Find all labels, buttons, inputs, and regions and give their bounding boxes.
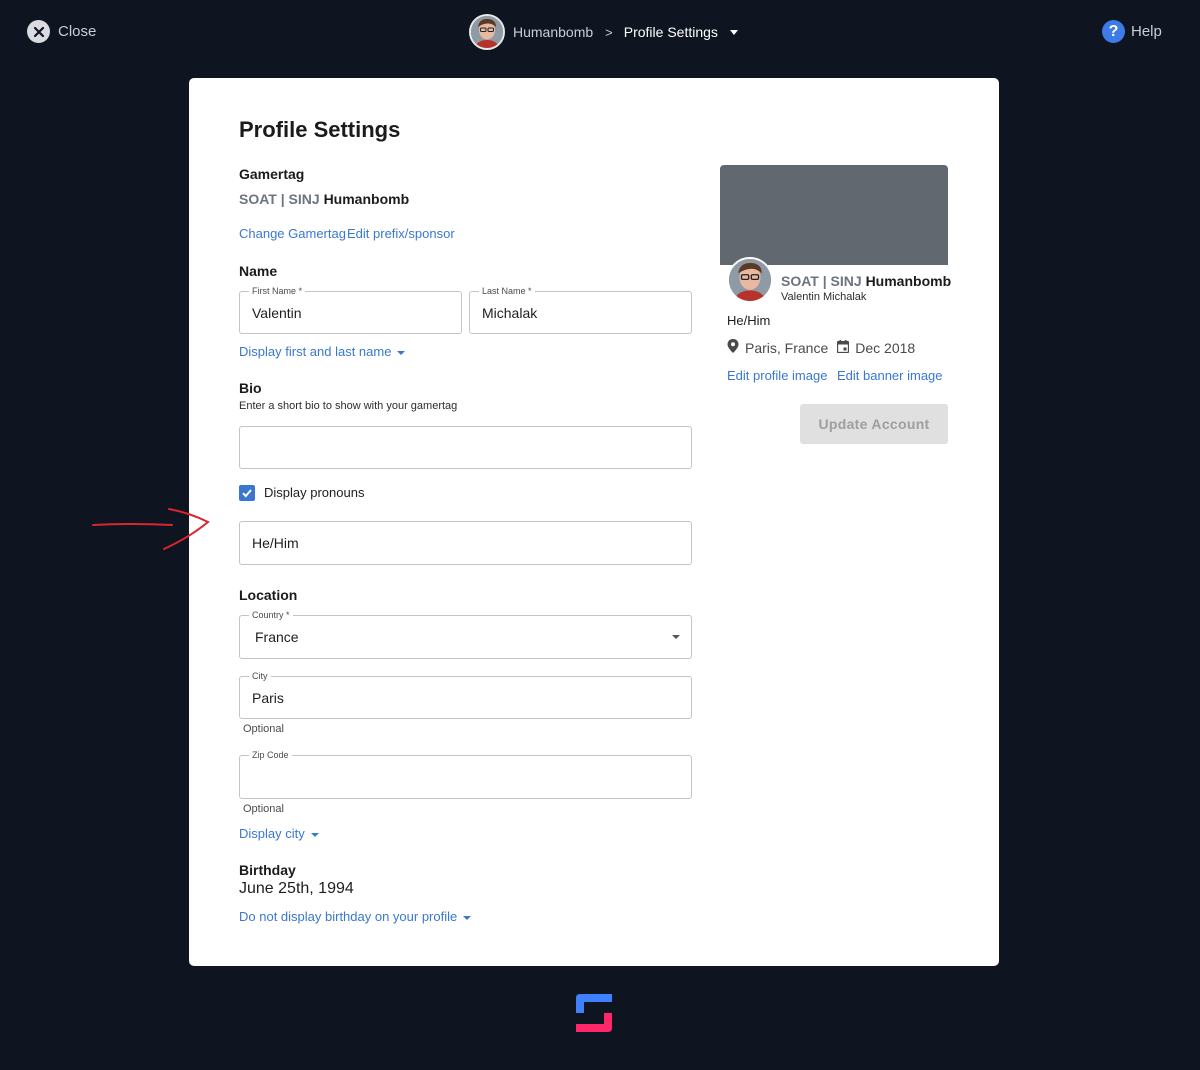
preview-joined-date: Dec 2018 xyxy=(855,339,916,356)
pronouns-value: He/Him xyxy=(252,535,299,551)
help-icon: ? xyxy=(1102,20,1125,43)
preview-meta: Paris, France Dec 2018 xyxy=(727,339,915,356)
first-name-value: Valentin xyxy=(252,304,302,321)
breadcrumb-separator: > xyxy=(605,24,613,40)
gamertag-prefix: SOAT | SINJ xyxy=(239,191,320,207)
close-label: Close xyxy=(58,23,97,40)
bio-heading: Bio xyxy=(239,380,262,396)
close-icon xyxy=(27,20,50,43)
first-name-label: First Name * xyxy=(249,285,306,297)
edit-banner-image-link[interactable]: Edit banner image xyxy=(837,368,943,383)
change-gamertag-link[interactable]: Change Gamertag xyxy=(239,226,346,241)
caret-down-icon xyxy=(463,915,472,920)
zip-code-helper: Optional xyxy=(243,803,284,815)
gamertag-value: SOAT | SINJ Humanbomb xyxy=(239,191,409,207)
city-value: Paris xyxy=(252,689,284,706)
edit-prefix-link[interactable]: Edit prefix/sponsor xyxy=(347,226,455,241)
top-bar: Close Humanbomb > Profile Settings ? Hel… xyxy=(0,0,1200,62)
gamertag-heading: Gamertag xyxy=(239,166,305,182)
last-name-field[interactable]: Last Name * Michalak xyxy=(469,285,692,334)
caret-down-icon xyxy=(310,832,319,837)
first-name-field[interactable]: First Name * Valentin xyxy=(239,285,462,334)
name-display-label: Display first and last name xyxy=(239,344,392,359)
bio-input[interactable] xyxy=(239,426,692,469)
display-pronouns-label[interactable]: Display pronouns xyxy=(264,485,364,500)
location-pin-icon xyxy=(727,339,739,356)
preview-pronouns: He/Him xyxy=(727,313,771,328)
zip-code-field[interactable]: Zip Code xyxy=(239,749,692,799)
name-heading: Name xyxy=(239,263,278,279)
display-pronouns-checkbox[interactable] xyxy=(239,485,255,501)
startgg-logo-icon xyxy=(576,994,612,1032)
page-title: Profile Settings xyxy=(239,117,401,142)
caret-down-icon xyxy=(397,350,406,355)
location-heading: Location xyxy=(239,587,298,603)
name-display-dropdown[interactable]: Display first and last name xyxy=(239,344,406,359)
calendar-icon xyxy=(837,339,850,356)
country-value: France xyxy=(255,629,299,645)
profile-settings-card: Profile Settings Gamertag SOAT | SINJ Hu… xyxy=(189,78,999,966)
preview-full-name: Valentin Michalak xyxy=(781,291,867,303)
close-button[interactable]: Close xyxy=(27,20,96,43)
birthday-display-label: Do not display birthday on your profile xyxy=(239,909,458,924)
gamertag-name: Humanbomb xyxy=(323,191,410,207)
birthday-heading: Birthday xyxy=(239,862,296,878)
annotation-arrow xyxy=(92,508,210,550)
breadcrumb-user[interactable]: Humanbomb xyxy=(513,24,593,40)
city-helper: Optional xyxy=(243,723,284,735)
birthday-value: June 25th, 1994 xyxy=(239,880,354,897)
profile-avatar xyxy=(727,257,773,303)
profile-banner xyxy=(720,165,948,265)
help-label: Help xyxy=(1131,23,1162,40)
chevron-down-icon[interactable] xyxy=(729,29,738,35)
preview-gamertag: SOAT | SINJ Humanbomb xyxy=(781,273,951,289)
city-field[interactable]: City Paris xyxy=(239,670,692,719)
country-select[interactable]: Country * France xyxy=(239,609,692,659)
country-label: Country * xyxy=(249,609,293,621)
city-label: City xyxy=(249,670,271,682)
breadcrumb-current-page[interactable]: Profile Settings xyxy=(624,24,718,40)
bio-hint: Enter a short bio to show with your game… xyxy=(239,400,458,412)
pronouns-input[interactable]: He/Him xyxy=(239,521,692,565)
last-name-value: Michalak xyxy=(482,304,538,321)
caret-down-icon xyxy=(672,635,680,639)
update-account-button[interactable]: Update Account xyxy=(800,404,948,444)
city-display-label: Display city xyxy=(239,826,305,841)
help-button[interactable]: ? Help xyxy=(1102,20,1162,43)
preview-gamertag-name: Humanbomb xyxy=(865,273,952,289)
edit-profile-image-link[interactable]: Edit profile image xyxy=(727,368,827,383)
last-name-label: Last Name * xyxy=(479,285,535,297)
birthday-display-dropdown[interactable]: Do not display birthday on your profile xyxy=(239,909,472,924)
user-avatar[interactable] xyxy=(469,14,505,50)
city-display-dropdown[interactable]: Display city xyxy=(239,826,319,841)
zip-code-label: Zip Code xyxy=(249,749,292,761)
preview-location: Paris, France xyxy=(745,339,829,356)
breadcrumb: Humanbomb > Profile Settings xyxy=(469,14,738,50)
preview-prefix: SOAT | SINJ xyxy=(781,273,862,289)
